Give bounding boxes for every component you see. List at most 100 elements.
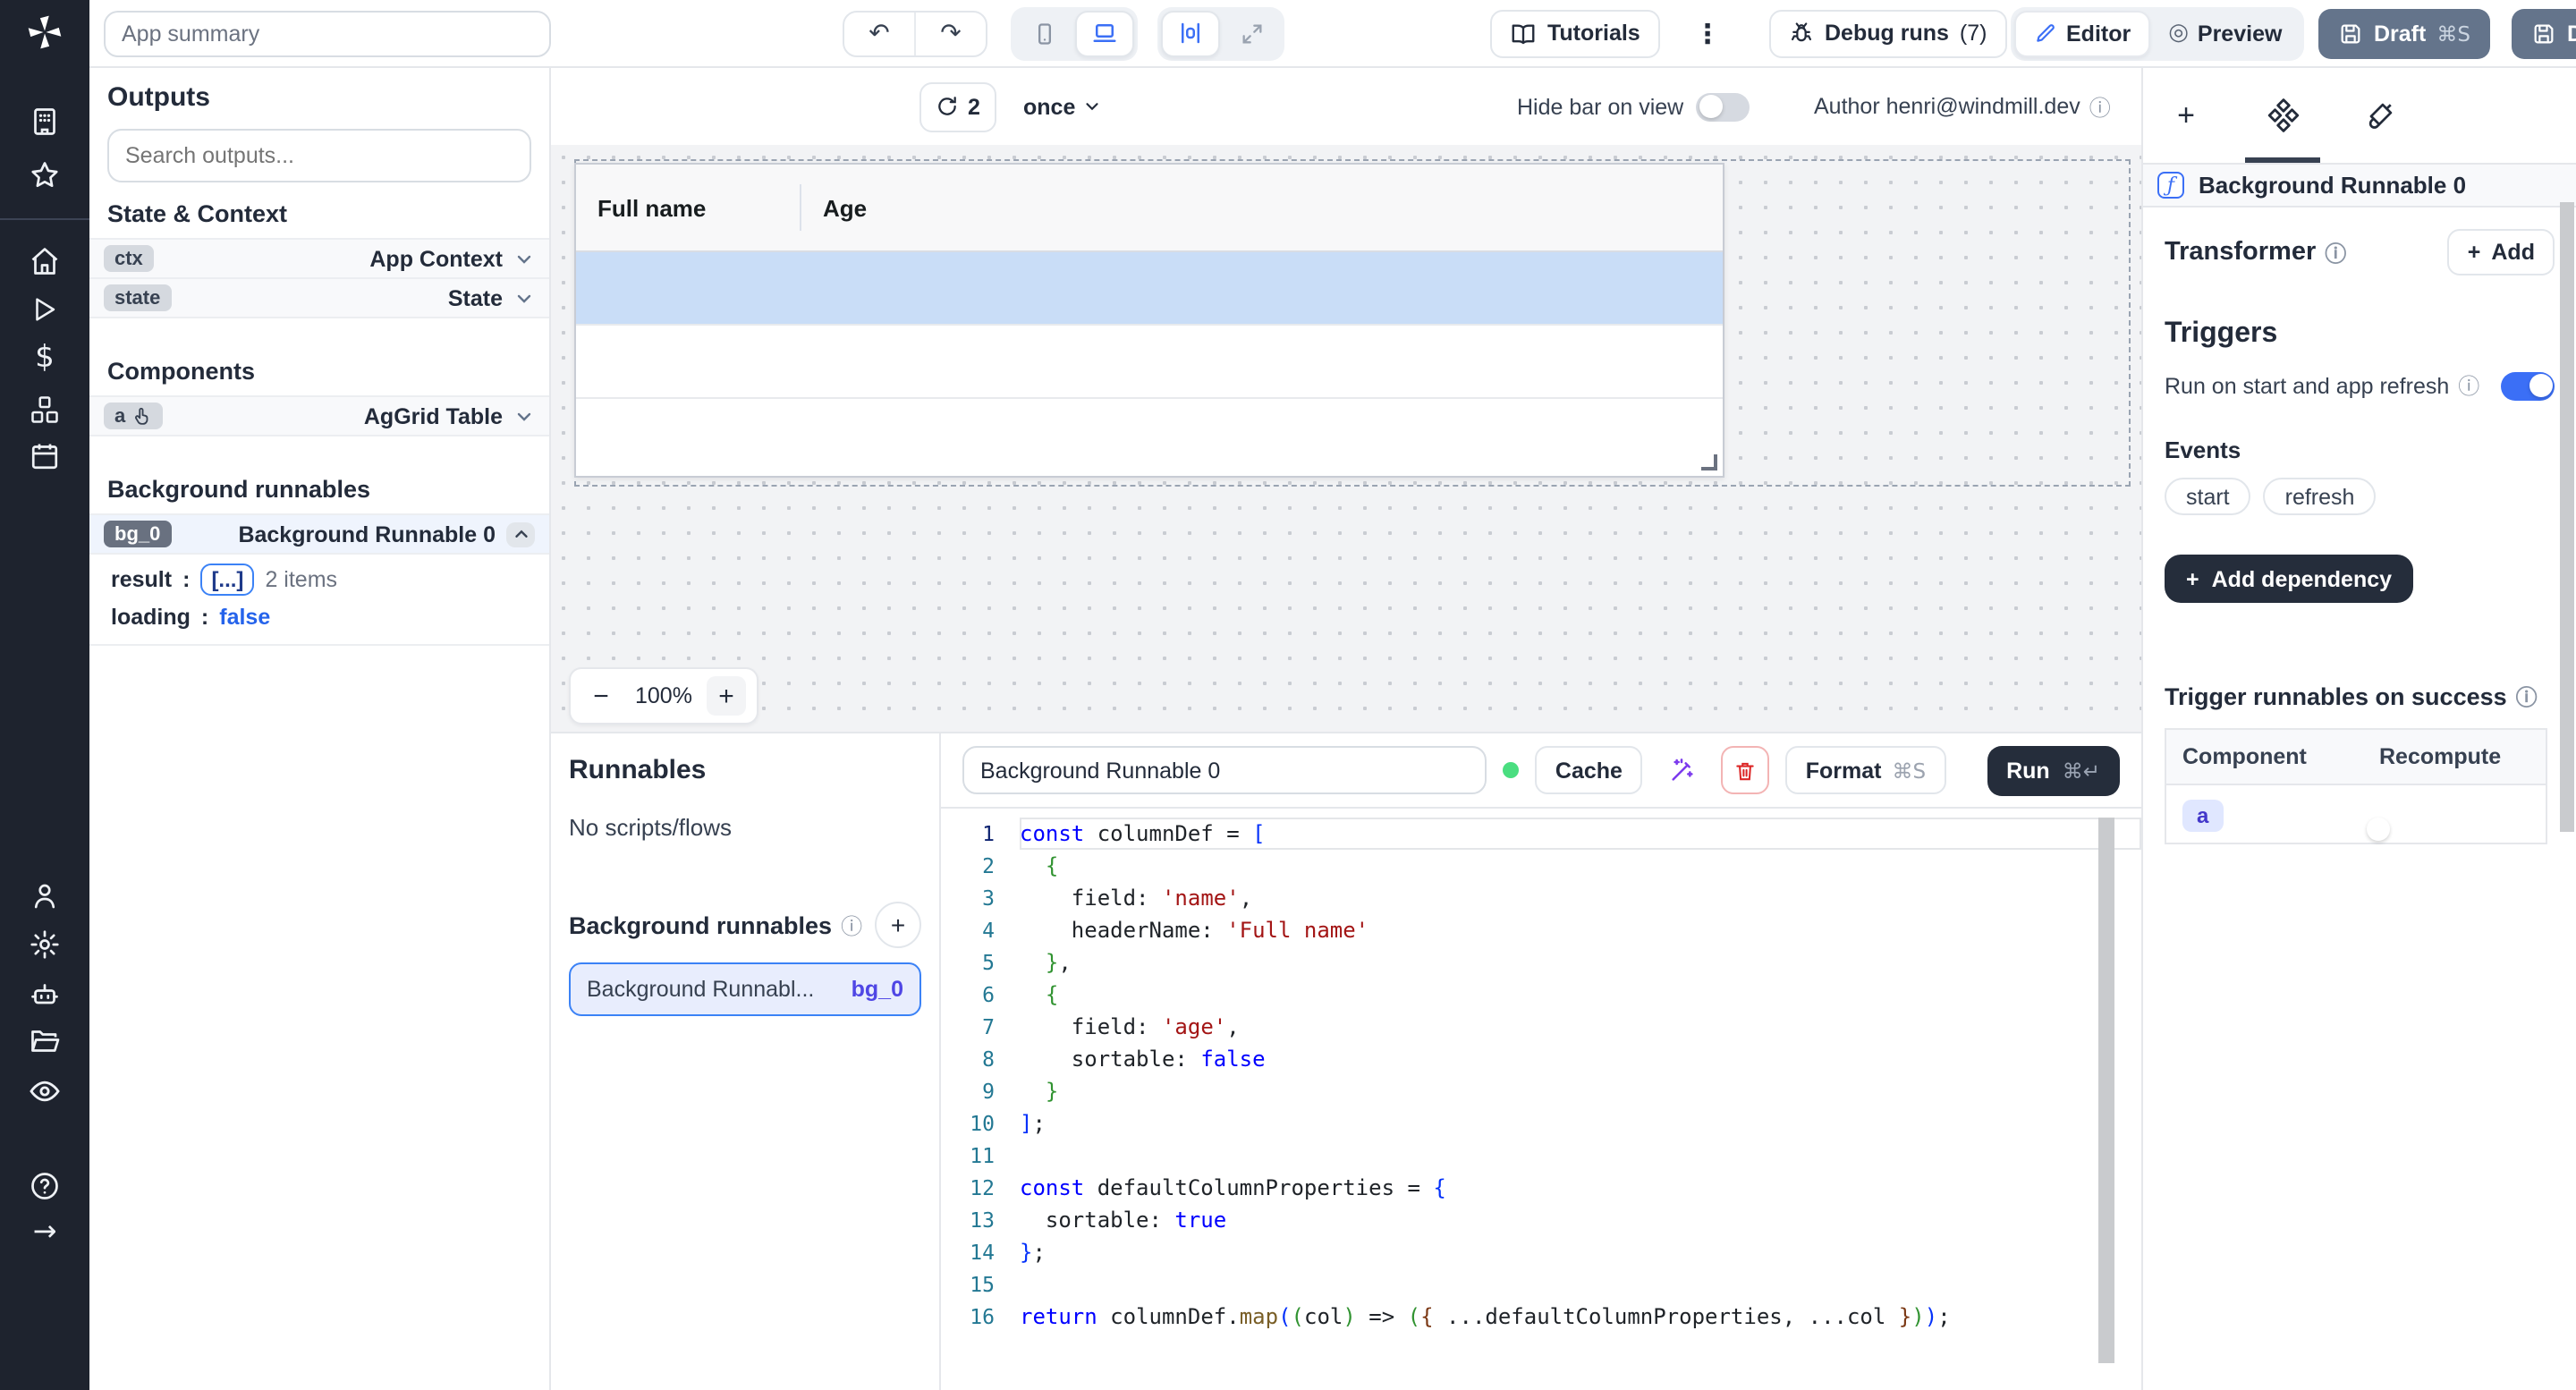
runnable-name-input[interactable] [962,746,1487,794]
code-text[interactable]: return columnDef.map((col) => ({ ...defa… [1020,1301,2141,1333]
undo-button[interactable]: ↶ [844,12,914,55]
code-line[interactable]: 12const defaultColumnProperties = { [941,1172,2141,1204]
table-row[interactable] [576,326,1723,399]
chevron-down-icon[interactable] [513,405,535,427]
resources-icon[interactable] [29,394,61,426]
chevron-down-icon[interactable] [513,287,535,309]
info-icon[interactable]: ⓘ [2089,91,2111,122]
windmill-logo-icon[interactable] [25,13,64,52]
code-text[interactable]: ]; [1020,1107,2141,1140]
chevron-up-icon[interactable] [506,521,535,547]
workers-robot-icon[interactable] [29,979,61,1011]
settings-gear-icon[interactable] [29,928,61,961]
code-editor[interactable]: 1const columnDef = [2 {3 field: 'name',4… [941,807,2141,1390]
code-text[interactable]: field: 'name', [1020,882,2141,914]
code-line[interactable]: 11 [941,1140,2141,1172]
deploy-button[interactable]: Deploy [2512,8,2576,58]
code-text[interactable]: const columnDef = [ [1020,818,2141,850]
loading-row[interactable]: loading : false [89,596,549,630]
output-row-component-a[interactable]: a AgGrid Table [89,395,549,436]
code-line[interactable]: 15 [941,1268,2141,1301]
favorites-star-icon[interactable] [29,159,61,191]
insert-component-tab[interactable]: + [2165,94,2207,137]
code-line[interactable]: 10]; [941,1107,2141,1140]
info-icon[interactable]: ⓘ [2516,682,2538,712]
fullscreen-button[interactable] [1222,10,1281,56]
runs-icon[interactable] [30,294,60,325]
tutorials-button[interactable]: Tutorials [1490,9,1660,57]
zoom-out-button[interactable]: − [581,676,621,716]
mobile-view-button[interactable] [1014,10,1073,56]
code-line[interactable]: 2 { [941,850,2141,882]
redo-button[interactable]: ↷ [914,12,986,55]
add-dependency-button[interactable]: + Add dependency [2165,555,2413,603]
output-row-ctx[interactable]: ctx App Context [89,238,549,279]
format-button[interactable]: Format ⌘S [1786,746,1945,794]
code-text[interactable]: const defaultColumnProperties = { [1020,1172,2141,1204]
resize-handle[interactable] [1701,454,1717,470]
code-text[interactable]: headerName: 'Full name' [1020,914,2141,946]
column-header-age[interactable]: Age [823,194,867,221]
run-on-start-toggle[interactable] [2501,371,2555,400]
add-transformer-button[interactable]: + Add [2448,229,2555,275]
code-text[interactable]: field: 'age', [1020,1011,2141,1043]
preview-tab[interactable]: ◎ Preview [2150,10,2300,56]
code-line[interactable]: 7 field: 'age', [941,1011,2141,1043]
code-line[interactable]: 4 headerName: 'Full name' [941,914,2141,946]
run-button[interactable]: Run ⌘↵ [1987,745,2120,795]
more-menu-button[interactable]: ⋮ [1694,17,1721,49]
refresh-button[interactable]: 2 [919,81,996,131]
code-line[interactable]: 13 sortable: true [941,1204,2141,1236]
output-row-state[interactable]: state State [89,279,549,318]
bg-runnable-item[interactable]: Background Runnabl... bg_0 [569,962,921,1016]
code-text[interactable]: }, [1020,946,2141,979]
code-line[interactable]: 1const columnDef = [ [941,818,2141,850]
code-text[interactable]: }; [1020,1236,2141,1268]
event-chip-start[interactable]: start [2165,478,2251,515]
code-text[interactable]: sortable: true [1020,1204,2141,1236]
refresh-mode-select[interactable]: once [1009,81,1116,131]
schedules-calendar-icon[interactable] [29,440,61,472]
user-icon[interactable] [29,880,61,912]
center-align-button[interactable] [1161,10,1220,56]
table-row[interactable] [576,252,1723,326]
collapse-arrow-icon[interactable]: → [33,1214,57,1248]
code-text[interactable]: } [1020,1075,2141,1107]
result-expand-chip[interactable]: [...] [200,564,254,596]
code-line[interactable]: 9 } [941,1075,2141,1107]
search-outputs-input[interactable] [107,129,531,182]
chevron-down-icon[interactable] [513,248,535,269]
app-summary-input[interactable] [104,10,551,56]
code-line[interactable]: 6 { [941,979,2141,1011]
delete-runnable-button[interactable] [1722,746,1770,794]
code-line[interactable]: 16return columnDef.map((col) => ({ ...de… [941,1301,2141,1333]
code-text[interactable]: sortable: false [1020,1043,2141,1075]
settings-component-tab[interactable] [2261,94,2304,137]
workspace-icon[interactable] [29,106,61,138]
right-panel-scrollbar[interactable] [2560,202,2574,832]
draft-button[interactable]: Draft ⌘S [2318,8,2490,58]
info-icon[interactable]: ⓘ [841,910,862,940]
app-canvas[interactable]: Full name Age − 100% + [551,145,2141,732]
component-chip[interactable]: a [2182,799,2223,831]
hide-bar-toggle[interactable] [1696,92,1750,121]
code-text[interactable] [1020,1140,2141,1172]
code-line[interactable]: 8 sortable: false [941,1043,2141,1075]
code-text[interactable]: { [1020,850,2141,882]
cache-button[interactable]: Cache [1536,746,1642,794]
help-icon[interactable] [29,1170,61,1202]
desktop-view-button[interactable] [1075,10,1134,56]
info-icon[interactable]: ⓘ [2325,237,2346,267]
info-icon[interactable]: ⓘ [2458,370,2479,401]
code-line[interactable]: 5 }, [941,946,2141,979]
debug-runs-button[interactable]: Debug runs (7) [1769,9,2006,57]
code-text[interactable] [1020,1268,2141,1301]
column-header-full-name[interactable]: Full name [597,194,706,221]
ai-wand-button[interactable] [1658,746,1706,794]
event-chip-refresh[interactable]: refresh [2264,478,2377,515]
variables-icon[interactable]: $ [35,340,55,376]
code-scrollbar[interactable] [2098,818,2114,1363]
code-line[interactable]: 14}; [941,1236,2141,1268]
add-background-runnable-button[interactable]: + [875,902,921,948]
styling-tab[interactable] [2358,94,2401,137]
